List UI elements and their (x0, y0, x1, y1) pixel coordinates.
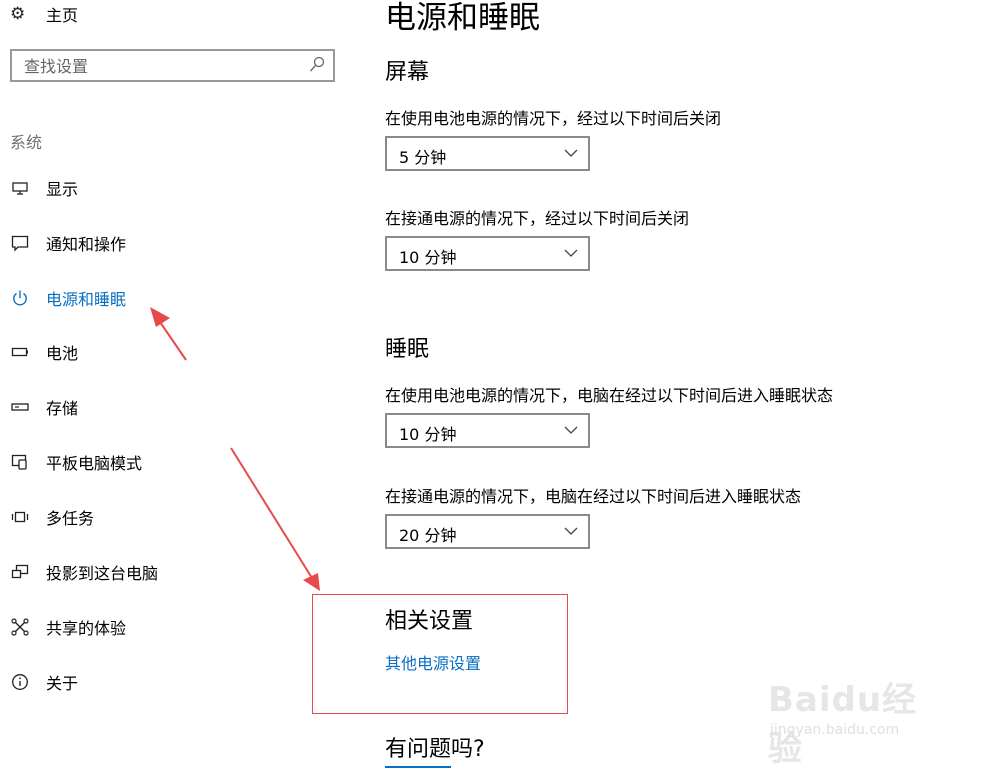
nav-item-label: 多任务 (46, 509, 95, 528)
chevron-down-icon (564, 149, 578, 157)
nav-item-label: 共享的体验 (46, 619, 127, 638)
question-heading: 有问题吗? (385, 737, 485, 762)
screen-plugged-label: 在接通电源的情况下，经过以下时间后关闭 (385, 209, 690, 228)
nav-item-notifications[interactable]: 通知和操作 (10, 231, 126, 255)
nav-item-tablet-mode[interactable]: 平板电脑模式 (10, 450, 142, 474)
nav-item-battery[interactable]: 电池 (10, 340, 78, 364)
nav-item-display[interactable]: 显示 (10, 176, 78, 200)
shared-experience-icon (10, 617, 30, 637)
chevron-down-icon (564, 426, 578, 434)
sleep-heading: 睡眠 (385, 337, 430, 362)
battery-icon (10, 342, 30, 362)
nav-item-label: 投影到这台电脑 (46, 564, 159, 583)
search-icon[interactable] (309, 56, 325, 74)
nav-item-label: 存储 (46, 399, 79, 418)
dropdown-value: 20 分钟 (399, 526, 457, 545)
search-box[interactable] (10, 49, 335, 82)
storage-icon (10, 397, 30, 417)
get-help-link-partial[interactable] (385, 764, 455, 772)
nav-item-shared-experiences[interactable]: 共享的体验 (10, 615, 126, 639)
nav-item-project-to-pc[interactable]: 投影到这台电脑 (10, 560, 158, 584)
section-label-system: 系统 (10, 133, 43, 152)
home-link[interactable]: ⚙ 主页 (10, 2, 78, 26)
info-icon (10, 672, 30, 692)
nav-item-about[interactable]: 关于 (10, 670, 78, 694)
gear-icon: ⚙ (10, 4, 26, 24)
power-icon (10, 288, 30, 308)
dropdown-value: 10 分钟 (399, 425, 457, 444)
chevron-down-icon (564, 249, 578, 257)
screen-battery-label: 在使用电池电源的情况下，经过以下时间后关闭 (385, 109, 722, 128)
chevron-down-icon (564, 527, 578, 535)
multitask-icon (10, 507, 30, 527)
screen-heading: 屏幕 (385, 60, 430, 85)
nav-item-label: 通知和操作 (46, 235, 127, 254)
baidu-watermark: Baidu经验 jingyan.baidu.com (768, 662, 948, 769)
nav-item-label: 关于 (46, 674, 79, 693)
watermark-brand: Baidu经验 (768, 680, 918, 769)
tablet-mode-icon (10, 452, 30, 472)
nav-item-label: 显示 (46, 180, 79, 199)
home-label: 主页 (46, 6, 79, 25)
nav-item-power-sleep[interactable]: 电源和睡眠 (10, 286, 126, 310)
nav-item-label: 平板电脑模式 (46, 454, 143, 473)
page-title: 电源和睡眠 (385, 0, 540, 36)
notification-icon (10, 233, 30, 253)
annotation-highlight-box (312, 594, 568, 714)
sleep-battery-label: 在使用电池电源的情况下，电脑在经过以下时间后进入睡眠状态 (385, 386, 834, 405)
screen-plugged-dropdown[interactable]: 10 分钟 (385, 236, 590, 271)
dropdown-value: 5 分钟 (399, 148, 447, 167)
dropdown-value: 10 分钟 (399, 248, 457, 267)
monitor-icon (10, 178, 30, 198)
search-input[interactable] (24, 55, 294, 77)
sleep-plugged-dropdown[interactable]: 20 分钟 (385, 514, 590, 549)
project-icon (10, 562, 30, 582)
watermark-url: jingyan.baidu.com (770, 722, 900, 738)
nav-item-multitasking[interactable]: 多任务 (10, 505, 94, 529)
nav-item-label: 电源和睡眠 (46, 290, 127, 309)
nav-item-storage[interactable]: 存储 (10, 395, 78, 419)
sleep-plugged-label: 在接通电源的情况下，电脑在经过以下时间后进入睡眠状态 (385, 487, 802, 506)
nav-item-label: 电池 (46, 344, 79, 363)
sleep-battery-dropdown[interactable]: 10 分钟 (385, 413, 590, 448)
screen-battery-dropdown[interactable]: 5 分钟 (385, 136, 590, 171)
